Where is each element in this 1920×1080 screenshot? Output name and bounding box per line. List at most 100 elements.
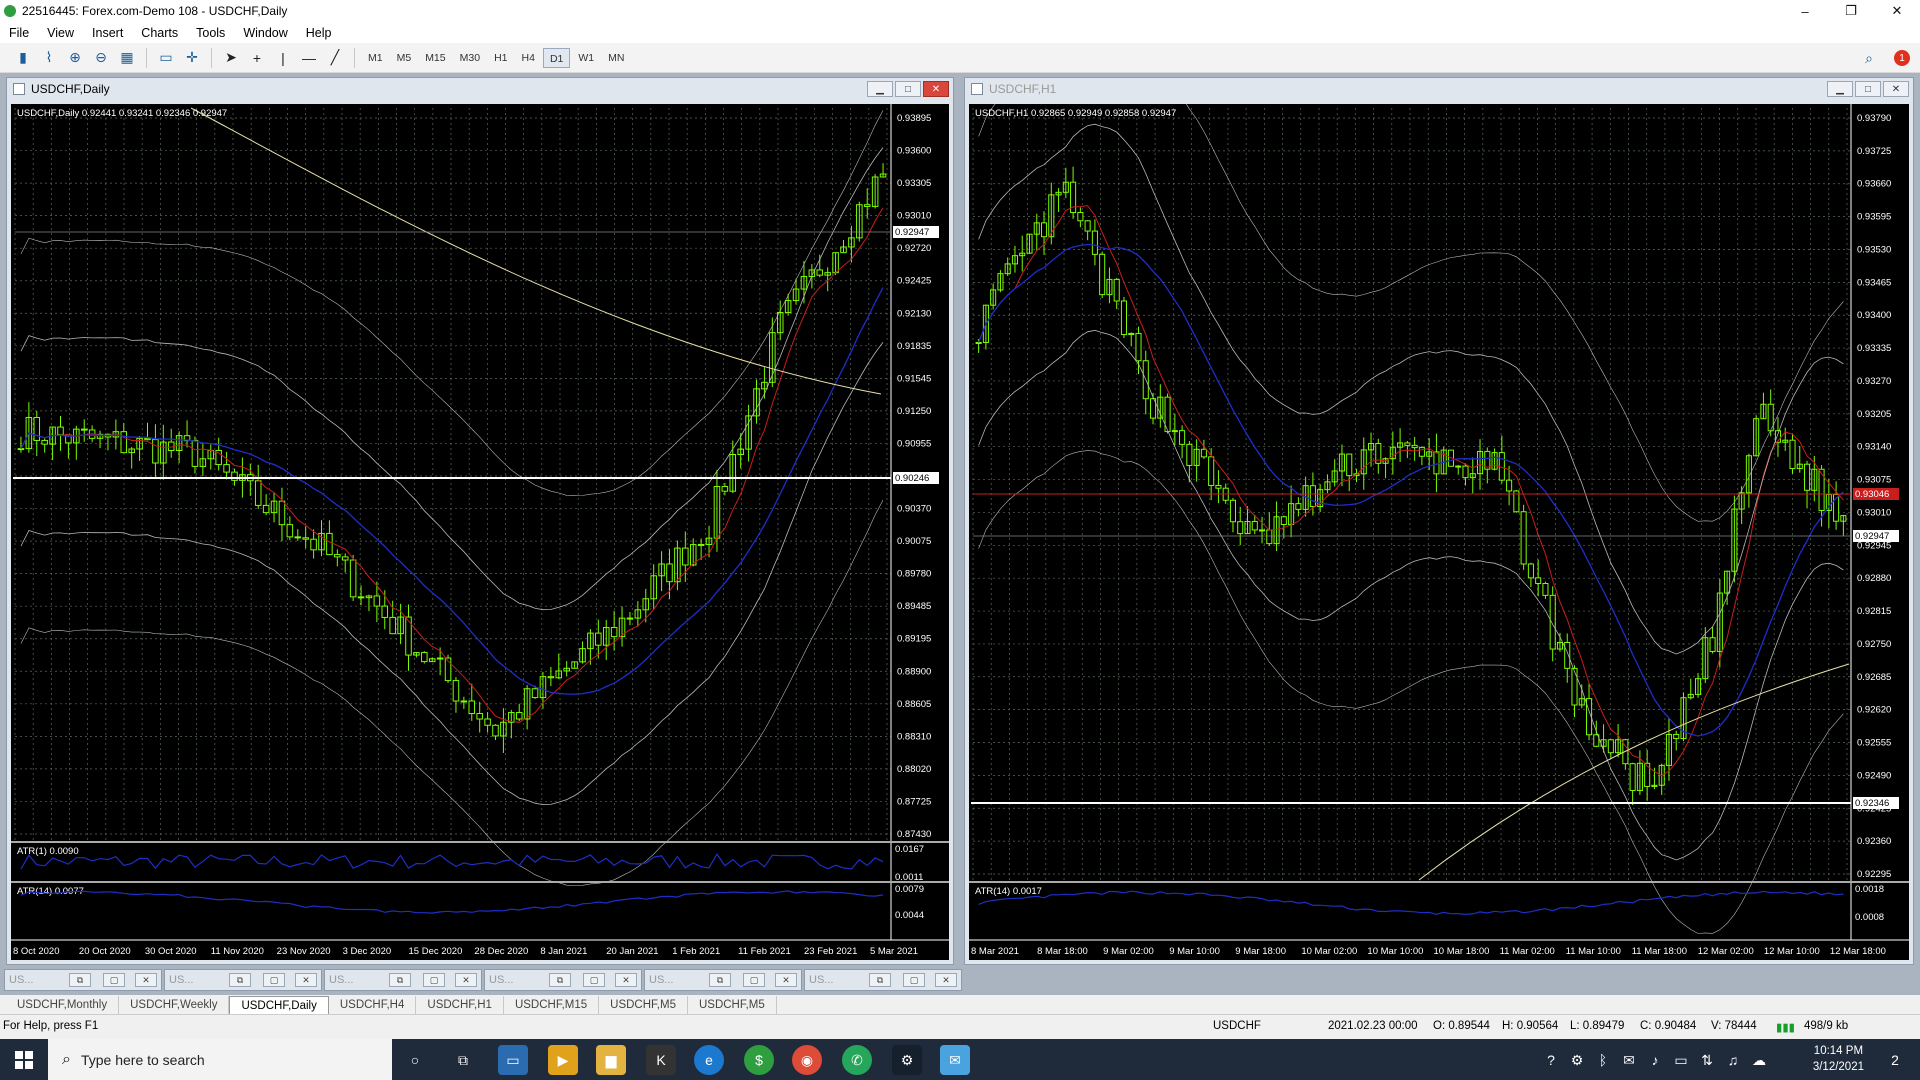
zoom-in-icon[interactable]: ⊕ (64, 47, 86, 69)
timeframe-h1[interactable]: H1 (488, 48, 513, 68)
close-button[interactable]: ✕ (1874, 0, 1920, 22)
volume-tray-icon[interactable]: ♫ (1722, 1045, 1744, 1075)
tab-usdchf-m5-2[interactable]: USDCHF,M5 (688, 996, 777, 1014)
chart-minimize-button[interactable]: ▁ (1827, 81, 1853, 97)
tile-windows-icon[interactable]: ▦ (116, 47, 138, 69)
windows-start-icon[interactable] (0, 1039, 48, 1080)
tab-usdchf-h4[interactable]: USDCHF,H4 (329, 996, 417, 1014)
notifications-icon[interactable]: 2 (1880, 1045, 1910, 1075)
line-chart-icon[interactable]: ⌇ (38, 47, 60, 69)
task-view-icon[interactable]: ⧉ (448, 1045, 478, 1075)
messaging-app-icon[interactable]: ✉ (940, 1045, 970, 1075)
timeframe-mn[interactable]: MN (602, 48, 630, 68)
chart-close-button[interactable]: ✕ (923, 81, 949, 97)
minimized-window[interactable]: US... ⧉ ▢ ✕ (324, 969, 482, 991)
steam-icon[interactable]: ⚙ (892, 1045, 922, 1075)
timeframe-m30[interactable]: M30 (454, 48, 486, 68)
candle-body (1629, 763, 1636, 792)
candle-body (1433, 451, 1440, 475)
chart-canvas-daily[interactable]: 0.93895 0.93600 0.93305 0.93010 0.92720 0.924… (11, 104, 949, 960)
horizontal-line-icon[interactable]: — (298, 47, 320, 69)
chart-window-title: USDCHF,Daily (31, 82, 110, 96)
price-tick-label: 0.93530 (1857, 244, 1891, 255)
file-explorer-icon[interactable]: ▆ (596, 1045, 626, 1075)
cloud-tray-icon[interactable]: ☁ (1748, 1045, 1770, 1075)
timeframe-m15[interactable]: M15 (419, 48, 451, 68)
search-icon[interactable]: ⌕ (1858, 47, 1880, 69)
menu-charts[interactable]: Charts (132, 26, 187, 40)
taskbar-search[interactable]: ⌕ Type here to search (48, 1039, 392, 1080)
cross-icon[interactable]: + (246, 47, 268, 69)
chart-window-daily[interactable]: USDCHF,Daily ▁ □ ✕ 0.93895 0.93600 0.93305… (6, 77, 954, 965)
timeframe-h4[interactable]: H4 (516, 48, 541, 68)
tab-usdchf-h1[interactable]: USDCHF,H1 (416, 996, 504, 1014)
timeframe-w1[interactable]: W1 (572, 48, 600, 68)
candle-body (476, 713, 483, 720)
price-tick-label: 0.92295 (1857, 869, 1891, 880)
chart-minimize-button[interactable]: ▁ (867, 81, 893, 97)
chart-maximize-button[interactable]: □ (1855, 81, 1881, 97)
display-tray-icon[interactable]: ▭ (1670, 1045, 1692, 1075)
chart-canvas-h1[interactable]: 0.93790 0.93725 0.93660 0.93595 0.93530 0.934… (969, 104, 1909, 960)
candle-body (357, 596, 365, 599)
system-clock[interactable]: 10:14 PM 3/12/2021 (1813, 1043, 1864, 1075)
minimized-window[interactable]: US... ⧉ ▢ ✕ (804, 969, 962, 991)
minimized-window[interactable]: US... ⧉ ▢ ✕ (164, 969, 322, 991)
menu-file[interactable]: File (0, 26, 38, 40)
chat-tray-icon[interactable]: ✉ (1618, 1045, 1640, 1075)
menu-tools[interactable]: Tools (187, 26, 234, 40)
minimize-button[interactable]: – (1782, 0, 1828, 22)
microphone-tray-icon[interactable]: ♪ (1644, 1045, 1666, 1075)
vertical-line-icon[interactable]: | (272, 47, 294, 69)
tab-usdchf-m5[interactable]: USDCHF,M5 (599, 996, 688, 1014)
candle-body (1084, 220, 1091, 232)
whatsapp-icon[interactable]: ✆ (842, 1045, 872, 1075)
minimized-window[interactable]: US... ⧉ ▢ ✕ (484, 969, 642, 991)
steam-tray-icon[interactable]: ⚙ (1566, 1045, 1588, 1075)
bar-chart-icon[interactable]: ▮ (12, 47, 34, 69)
menu-view[interactable]: View (38, 26, 83, 40)
toolbar-divider (146, 47, 147, 68)
chart-window-h1[interactable]: USDCHF,H1 ▁ □ ✕ 0.93790 0.93725 0.93660 0.9… (964, 77, 1914, 965)
tab-usdchf-weekly[interactable]: USDCHF,Weekly (119, 996, 230, 1014)
time-tick-label: 3 Dec 2020 (343, 946, 392, 957)
candle-body (1520, 511, 1527, 565)
trendline-icon[interactable]: ╱ (324, 47, 346, 69)
desktop-app-icon[interactable]: ▭ (498, 1045, 528, 1075)
network-tray-icon[interactable]: ⇅ (1696, 1045, 1718, 1075)
candle-body (697, 543, 705, 546)
chart-window-title: USDCHF,H1 (989, 82, 1057, 96)
minimized-window[interactable]: US... ⧉ ▢ ✕ (644, 969, 802, 991)
app-k-icon[interactable]: K (646, 1045, 676, 1075)
plex-icon[interactable]: ▶ (548, 1045, 578, 1075)
candle-body (1295, 503, 1302, 510)
chrome-icon[interactable]: ◉ (792, 1045, 822, 1075)
cursor-icon[interactable]: ➤ (220, 47, 242, 69)
crosshair-icon[interactable]: ✛ (181, 47, 203, 69)
status-open: O: 0.89544 (1433, 1020, 1490, 1032)
help-tray-icon[interactable]: ? (1540, 1045, 1562, 1075)
timeframe-m5[interactable]: M5 (391, 48, 418, 68)
timeframe-d1[interactable]: D1 (542, 47, 571, 68)
bluetooth-tray-icon[interactable]: ᛒ (1592, 1045, 1614, 1075)
tab-usdchf-m15[interactable]: USDCHF,M15 (504, 996, 600, 1014)
chart-close-button[interactable]: ✕ (1883, 81, 1909, 97)
chart-maximize-button[interactable]: □ (895, 81, 921, 97)
edge-icon[interactable]: e (694, 1045, 724, 1075)
price-tick-label: 0.93075 (1857, 475, 1891, 486)
time-tick-label: 9 Mar 10:00 (1169, 946, 1220, 957)
tab-usdchf-daily[interactable]: USDCHF,Daily (229, 996, 329, 1014)
restore-button[interactable]: ❐ (1828, 0, 1874, 22)
metatrader-icon[interactable]: $ (744, 1045, 774, 1075)
menu-help[interactable]: Help (297, 26, 341, 40)
tab-usdchf-monthly[interactable]: USDCHF,Monthly (6, 996, 120, 1014)
menu-window[interactable]: Window (234, 26, 296, 40)
notification-badge[interactable]: 1 (1894, 50, 1910, 66)
cortana-icon[interactable]: ○ (400, 1045, 430, 1075)
candle-body (254, 480, 262, 506)
timeframe-m1[interactable]: M1 (362, 48, 389, 68)
templates-icon[interactable]: ▭ (155, 47, 177, 69)
minimized-window[interactable]: US... ⧉ ▢ ✕ (4, 969, 162, 991)
menu-insert[interactable]: Insert (83, 26, 132, 40)
zoom-out-icon[interactable]: ⊖ (90, 47, 112, 69)
